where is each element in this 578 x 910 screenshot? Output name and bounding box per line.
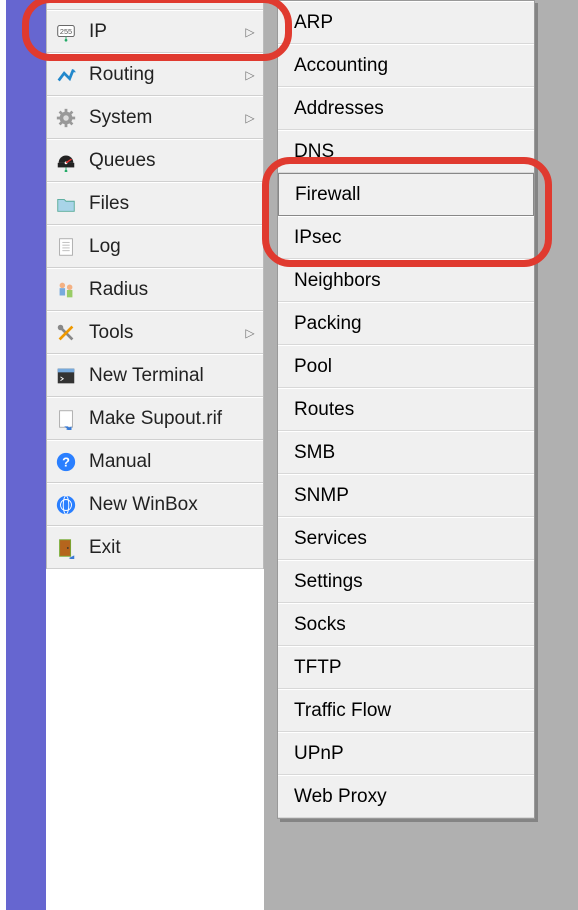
- sidebar-item-label: Log: [89, 236, 255, 258]
- submenu-item-label: Traffic Flow: [294, 700, 391, 722]
- svg-text:?: ?: [62, 454, 70, 469]
- submenu-item-label: Addresses: [294, 98, 384, 120]
- submenu-item-addresses[interactable]: Addresses: [278, 87, 534, 130]
- submenu-item-accounting[interactable]: Accounting: [278, 44, 534, 87]
- sidebar-item-label: Manual: [89, 451, 255, 473]
- submenu-item-snmp[interactable]: SNMP: [278, 474, 534, 517]
- submenu-item-upnp[interactable]: UPnP: [278, 732, 534, 775]
- sidebar-item-system[interactable]: System▷: [47, 96, 263, 139]
- sidebar-item-label: New WinBox: [89, 494, 255, 516]
- sidebar-item-new-winbox[interactable]: New WinBox: [47, 483, 263, 526]
- sidebar-item-label: Tools: [89, 322, 245, 344]
- submenu-item-packing[interactable]: Packing: [278, 302, 534, 345]
- system-icon: [53, 105, 79, 131]
- submenu-item-label: SNMP: [294, 485, 349, 507]
- highlight-firewall: [262, 157, 552, 267]
- sidebar-item-manual[interactable]: ? Manual: [47, 440, 263, 483]
- submenu-item-web-proxy[interactable]: Web Proxy: [278, 775, 534, 818]
- highlight-ip: [22, 0, 292, 61]
- submenu-item-label: Services: [294, 528, 367, 550]
- chevron-right-icon: ▷: [245, 111, 255, 125]
- sidebar-item-label: Files: [89, 193, 255, 215]
- sidebar-item-log[interactable]: Log: [47, 225, 263, 268]
- sidebar-item-queues[interactable]: Queues: [47, 139, 263, 182]
- chevron-right-icon: ▷: [245, 68, 255, 82]
- submenu-item-traffic-flow[interactable]: Traffic Flow: [278, 689, 534, 732]
- submenu-item-services[interactable]: Services: [278, 517, 534, 560]
- sidebar-item-new-terminal[interactable]: New Terminal: [47, 354, 263, 397]
- winbox-icon: [53, 492, 79, 518]
- submenu-item-label: Routes: [294, 399, 354, 421]
- sidebar-item-tools[interactable]: Tools▷: [47, 311, 263, 354]
- routing-icon: [53, 62, 79, 88]
- submenu-item-settings[interactable]: Settings: [278, 560, 534, 603]
- submenu-item-routes[interactable]: Routes: [278, 388, 534, 431]
- submenu-item-socks[interactable]: Socks: [278, 603, 534, 646]
- submenu-item-smb[interactable]: SMB: [278, 431, 534, 474]
- submenu-item-tftp[interactable]: TFTP: [278, 646, 534, 689]
- submenu-item-label: Neighbors: [294, 270, 381, 292]
- supout-icon: [53, 406, 79, 432]
- sidebar-item-exit[interactable]: Exit: [47, 526, 263, 569]
- chevron-right-icon: ▷: [245, 326, 255, 340]
- sidebar-item-label: Queues: [89, 150, 255, 172]
- submenu-item-label: Packing: [294, 313, 362, 335]
- sidebar-item-radius[interactable]: Radius: [47, 268, 263, 311]
- terminal-icon: [53, 363, 79, 389]
- submenu-item-label: Socks: [294, 614, 346, 636]
- submenu-item-arp[interactable]: ARP: [278, 1, 534, 44]
- tools-icon: [53, 320, 79, 346]
- sidebar-item-files[interactable]: Files: [47, 182, 263, 225]
- submenu-item-label: Accounting: [294, 55, 388, 77]
- submenu-item-label: Pool: [294, 356, 332, 378]
- manual-icon: ?: [53, 449, 79, 475]
- submenu-item-pool[interactable]: Pool: [278, 345, 534, 388]
- submenu-item-label: ARP: [294, 12, 333, 34]
- queues-icon: [53, 148, 79, 174]
- radius-icon: [53, 277, 79, 303]
- exit-icon: [53, 535, 79, 561]
- sidebar-item-label: System: [89, 107, 245, 129]
- sidebar-item-label: New Terminal: [89, 365, 255, 387]
- submenu-item-label: TFTP: [294, 657, 342, 679]
- sidebar-item-label: Radius: [89, 279, 255, 301]
- sidebar-item-label: Routing: [89, 64, 245, 86]
- submenu-item-label: SMB: [294, 442, 335, 464]
- sidebar-item-label: Exit: [89, 537, 255, 559]
- submenu-item-label: Settings: [294, 571, 363, 593]
- files-icon: [53, 191, 79, 217]
- log-icon: [53, 234, 79, 260]
- submenu-item-label: Web Proxy: [294, 786, 387, 808]
- submenu-item-label: UPnP: [294, 743, 344, 765]
- sidebar-item-make-supout-rif[interactable]: Make Supout.rif: [47, 397, 263, 440]
- sidebar-item-label: Make Supout.rif: [89, 408, 255, 430]
